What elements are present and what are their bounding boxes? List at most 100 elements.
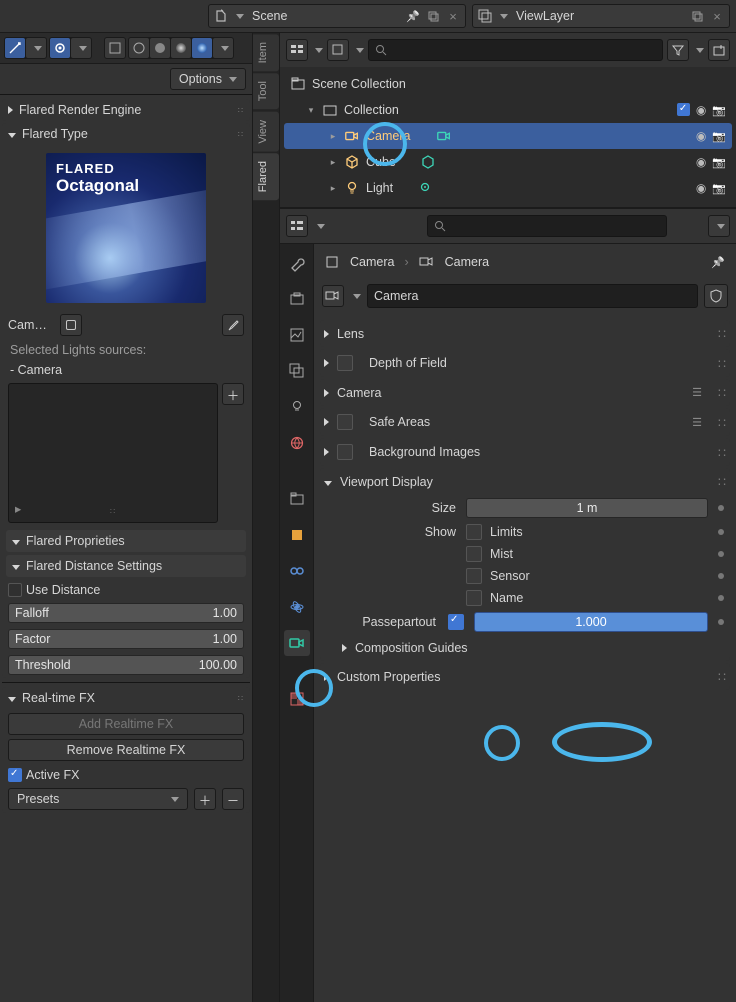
tab-item[interactable]: Item [253,34,279,71]
panel-viewport-display[interactable]: Viewport Display∷ [320,468,730,495]
lights-list[interactable]: ▸ ∷ [8,383,218,523]
outliner-mode-dropdown[interactable] [286,39,308,61]
pin-icon[interactable] [405,8,421,24]
fake-user-button[interactable] [704,284,728,308]
bg-images-checkbox[interactable] [337,444,353,460]
copy-icon[interactable] [689,8,705,24]
visibility-icon[interactable] [696,129,706,143]
exclude-checkbox[interactable] [677,103,690,116]
camera-name-field[interactable]: Camera [367,284,698,308]
tree-item-cube[interactable]: Cube [284,149,732,175]
tree-scene-collection[interactable]: Scene Collection [284,71,732,97]
tab-physics[interactable] [284,594,310,620]
viewlayer-selector[interactable]: ViewLayer × [472,4,730,28]
factor-slider[interactable]: Factor1.00 [8,629,244,649]
tab-view[interactable]: View [253,112,279,152]
preset-remove-button[interactable]: － [222,788,244,810]
add-light-button[interactable]: ＋ [222,383,244,405]
close-icon[interactable]: × [445,8,461,24]
drag-handle-icon[interactable]: ∷ [110,507,116,516]
scene-selector[interactable]: Scene × [208,4,466,28]
tree-item-light[interactable]: Light [284,175,732,201]
tree-item-camera[interactable]: Camera [284,123,732,149]
pivot-icon[interactable] [50,38,70,58]
animate-button[interactable] [718,595,724,601]
visibility-icon[interactable] [696,181,706,195]
tree-collection[interactable]: Collection [284,97,732,123]
panel-composition-guides[interactable]: Composition Guides [320,635,730,661]
orientation-icon[interactable] [5,38,25,58]
panel-bg-images[interactable]: Background Images∷ [320,438,730,466]
show-mist-row[interactable]: Mist [466,546,708,562]
threshold-slider[interactable]: Threshold100.00 [8,655,244,675]
use-distance-row[interactable]: Use Distance [2,580,250,600]
render-icon[interactable] [712,181,726,195]
shade-matcap-icon[interactable] [171,38,191,58]
presets-icon[interactable]: ☰ [692,416,706,429]
camera-data-dropdown[interactable] [322,285,344,307]
options-dropdown-button[interactable] [708,215,730,237]
props-search[interactable] [427,215,667,237]
shade-render-icon[interactable] [192,38,212,58]
new-collection-button[interactable] [708,39,730,61]
tab-output[interactable] [284,322,310,348]
passepartout-checkbox[interactable] [448,614,464,630]
safe-areas-checkbox[interactable] [337,414,353,430]
presets-icon[interactable]: ☰ [692,386,706,399]
panel-lens[interactable]: Lens∷ [320,320,730,347]
pin-icon[interactable] [710,254,726,270]
visibility-icon[interactable] [696,155,706,169]
props-mode-button[interactable] [286,215,308,237]
tab-world[interactable] [284,430,310,456]
panel-flared-render[interactable]: Flared Render Engine ∷ [2,99,250,121]
filter-button[interactable] [667,39,689,61]
panel-camera[interactable]: Camera☰∷ [320,379,730,406]
render-icon[interactable] [712,155,726,169]
add-realtime-fx-button[interactable]: Add Realtime FX [8,713,244,735]
outliner-display-dropdown[interactable] [327,39,349,61]
visibility-icon[interactable] [696,103,706,117]
tab-flared[interactable]: Flared [253,153,279,200]
size-field[interactable]: 1 m [466,498,708,518]
preset-add-button[interactable]: ＋ [194,788,216,810]
tab-texture[interactable] [284,686,310,712]
close-icon[interactable]: × [709,8,725,24]
panel-flared-type[interactable]: Flared Type ∷ [2,123,250,145]
tab-tool[interactable]: Tool [253,73,279,109]
presets-dropdown[interactable]: Presets [8,788,188,810]
remove-realtime-fx-button[interactable]: Remove Realtime FX [8,739,244,761]
tab-object[interactable] [284,522,310,548]
overlay-box-icon[interactable] [105,38,125,58]
shade-solid-icon[interactable] [150,38,170,58]
panel-flared-proprieties[interactable]: Flared Proprieties [6,530,246,552]
tab-viewlayer[interactable] [284,358,310,384]
animate-button[interactable] [718,551,724,557]
tab-scene[interactable] [284,394,310,420]
animate-button[interactable] [718,619,724,625]
show-sensor-row[interactable]: Sensor [466,568,708,584]
panel-realtime-fx[interactable]: Real-time FX∷ [2,687,250,709]
panel-custom-properties[interactable]: Custom Properties∷ [320,663,730,690]
outliner-search[interactable] [368,39,663,61]
options-dropdown[interactable]: Options [170,68,246,90]
animate-button[interactable] [718,505,724,511]
animate-button[interactable] [718,573,724,579]
eyedropper-button[interactable] [222,314,244,336]
animate-button[interactable] [718,529,724,535]
render-icon[interactable] [712,129,726,143]
render-icon[interactable] [712,103,726,117]
tab-render[interactable] [284,286,310,312]
show-name-row[interactable]: Name [466,590,708,606]
panel-safe-areas[interactable]: Safe Areas☰∷ [320,408,730,436]
show-limits-row[interactable]: Limits [466,524,708,540]
orientation-dropdown[interactable] [26,38,46,58]
passepartout-field[interactable]: 1.000 [474,612,708,632]
tab-collection[interactable] [284,486,310,512]
panel-flared-distance[interactable]: Flared Distance Settings [6,555,246,577]
flare-thumbnail[interactable]: FLARED Octagonal [46,153,206,303]
shade-wire-icon[interactable] [129,38,149,58]
tab-camera-data[interactable] [284,630,310,656]
panel-dof[interactable]: Depth of Field∷ [320,349,730,377]
falloff-slider[interactable]: Falloff1.00 [8,603,244,623]
tab-tool[interactable] [284,250,310,276]
